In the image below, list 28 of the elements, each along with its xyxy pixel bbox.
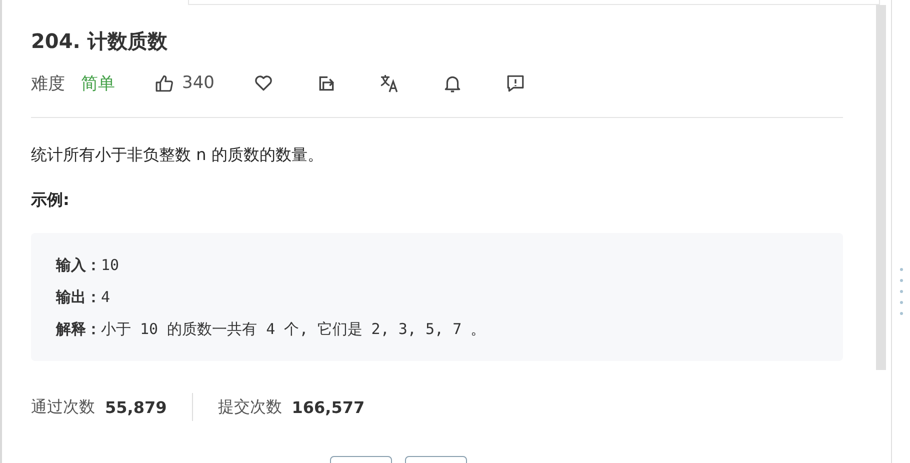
stat-label: 提交次数 xyxy=(218,396,282,418)
stat-label: 通过次数 xyxy=(31,396,95,418)
stat-value: 55,879 xyxy=(105,398,167,416)
share-button[interactable] xyxy=(317,74,336,92)
like-button[interactable]: 340 xyxy=(155,73,214,93)
translate-button[interactable] xyxy=(380,74,400,92)
stat-value: 166,577 xyxy=(292,398,365,416)
heart-icon xyxy=(254,74,274,92)
heart-button[interactable] xyxy=(254,74,274,92)
bell-icon xyxy=(443,74,462,92)
difficulty-label: 难度 xyxy=(31,72,65,94)
example-value: 小于 10 的质数一共有 4 个, 它们是 2, 3, 5, 7 。 xyxy=(101,320,486,338)
example-label: 输出： xyxy=(56,288,101,306)
problem-description: 统计所有小于非负整数 n 的质数的数量。 xyxy=(31,144,324,166)
feedback-icon xyxy=(506,74,526,92)
example-label: 输入： xyxy=(56,256,101,274)
example-heading: 示例: xyxy=(31,190,70,211)
feedback-button[interactable] xyxy=(506,74,526,92)
thumbs-up-icon xyxy=(155,74,174,92)
example-value: 4 xyxy=(101,288,110,306)
example-label: 解释： xyxy=(56,320,101,338)
bell-button[interactable] xyxy=(443,74,462,92)
difficulty-value: 简单 xyxy=(81,72,115,94)
share-icon xyxy=(317,74,336,92)
example-value: 10 xyxy=(101,256,120,274)
translate-icon xyxy=(380,74,400,92)
scrollbar-thumb[interactable] xyxy=(876,5,886,370)
problem-title: 204. 计数质数 xyxy=(31,28,168,55)
